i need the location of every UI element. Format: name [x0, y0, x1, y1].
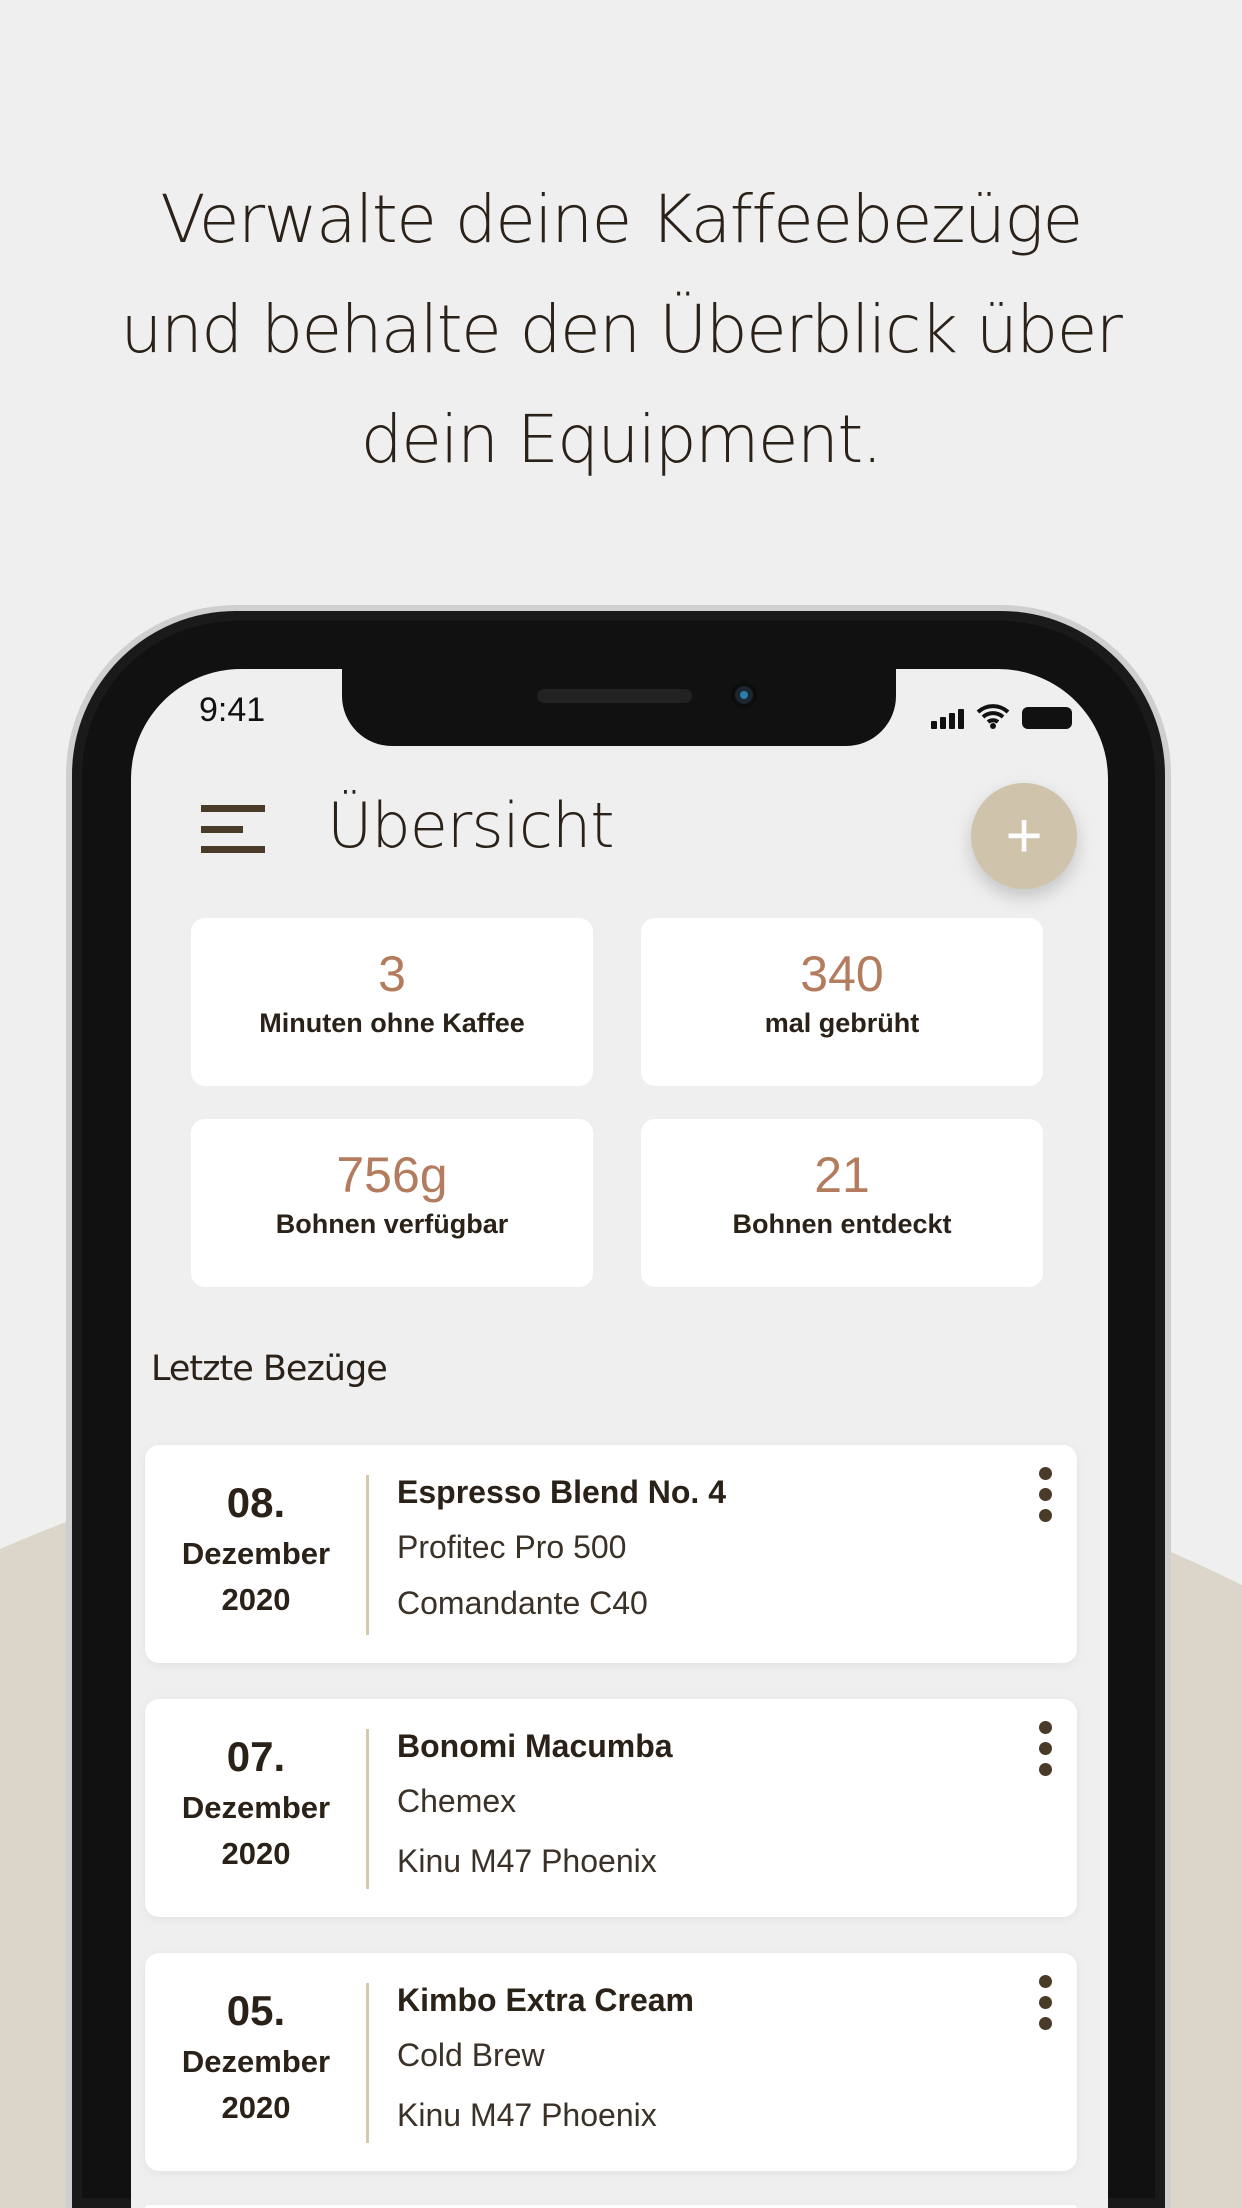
entry-date: 08. Dezember 2020: [155, 1475, 357, 1623]
divider: [366, 1729, 369, 1889]
wifi-icon: [976, 704, 1010, 729]
brew-entry[interactable]: 07. Dezember 2020 Bonomi Macumba Chemex …: [145, 1699, 1077, 1917]
stat-label: Minuten ohne Kaffee: [259, 1008, 525, 1038]
battery-icon: [1022, 707, 1072, 729]
entry-year: 2020: [221, 1582, 291, 1617]
stat-value: 756g: [336, 1147, 448, 1203]
entry-bean: Bonomi Macumba: [397, 1728, 673, 1764]
brew-entry[interactable]: 08. Dezember 2020 Espresso Blend No. 4 P…: [145, 1445, 1077, 1663]
page-title: Übersicht: [327, 789, 615, 862]
speaker: [537, 689, 692, 703]
stat-value: 21: [814, 1147, 870, 1203]
brew-entry[interactable]: 05. Dezember 2020 Kimbo Extra Cream Cold…: [145, 1953, 1077, 2171]
entry-month: Dezember: [181, 1536, 331, 1571]
entry-year: 2020: [221, 2090, 291, 2125]
marketing-headline: Verwalte deine Kaffeebezüge und behalte …: [0, 165, 1242, 495]
entry-method: Profitec Pro 500: [397, 1529, 627, 1565]
entry-grinder: Kinu M47 Phoenix: [397, 1843, 657, 1879]
entry-month: Dezember: [181, 1790, 331, 1825]
stat-card-beans-available: 756g Bohnen verfügbar: [191, 1119, 593, 1287]
stat-label: Bohnen entdeckt: [732, 1209, 952, 1239]
more-options-icon[interactable]: [1035, 1721, 1055, 1776]
stat-value: 3: [378, 946, 406, 1002]
add-button[interactable]: +: [971, 783, 1077, 889]
entry-grinder: Kinu M47 Phoenix: [397, 2097, 657, 2133]
entry-method: Chemex: [397, 1783, 517, 1819]
stat-card-brewed: 340 mal gebrüht: [641, 918, 1043, 1086]
entry-day: 05.: [226, 1987, 286, 2034]
entry-day: 08.: [226, 1479, 286, 1526]
headline-line: Verwalte deine Kaffeebezüge: [160, 181, 1083, 258]
status-time: 9:41: [199, 691, 266, 729]
stat-label: Bohnen verfügbar: [275, 1209, 509, 1239]
headline-line: dein Equipment.: [360, 401, 883, 478]
status-icons: [931, 703, 1072, 729]
entry-year: 2020: [221, 1836, 291, 1871]
headline-line: und behalte den Überblick über: [120, 291, 1123, 368]
divider: [366, 1983, 369, 2143]
entry-date: 07. Dezember 2020: [155, 1729, 357, 1877]
more-options-icon[interactable]: [1035, 1467, 1055, 1522]
stat-card-beans-discovered: 21 Bohnen entdeckt: [641, 1119, 1043, 1287]
entry-method: Cold Brew: [397, 2037, 545, 2073]
stat-value: 340: [800, 946, 884, 1002]
section-title: Letzte Bezüge: [151, 1349, 388, 1389]
entry-day: 07.: [226, 1733, 286, 1780]
entry-bean: Espresso Blend No. 4: [397, 1474, 726, 1510]
stat-label: mal gebrüht: [764, 1008, 920, 1038]
signal-icon: [931, 709, 964, 729]
entry-month: Dezember: [181, 2044, 331, 2079]
more-options-icon[interactable]: [1035, 1975, 1055, 2030]
menu-button[interactable]: [201, 805, 265, 853]
entry-date: 05. Dezember 2020: [155, 1983, 357, 2131]
camera-icon: [731, 682, 757, 708]
stat-card-minutes: 3 Minuten ohne Kaffee: [191, 918, 593, 1086]
divider: [366, 1475, 369, 1635]
entry-grinder: Comandante C40: [397, 1585, 648, 1621]
notch: [342, 669, 896, 746]
app-screen: 9:41 Übersicht + 3 Minuten ohne Kaffee 3…: [131, 669, 1108, 2208]
entry-bean: Kimbo Extra Cream: [397, 1982, 694, 2018]
